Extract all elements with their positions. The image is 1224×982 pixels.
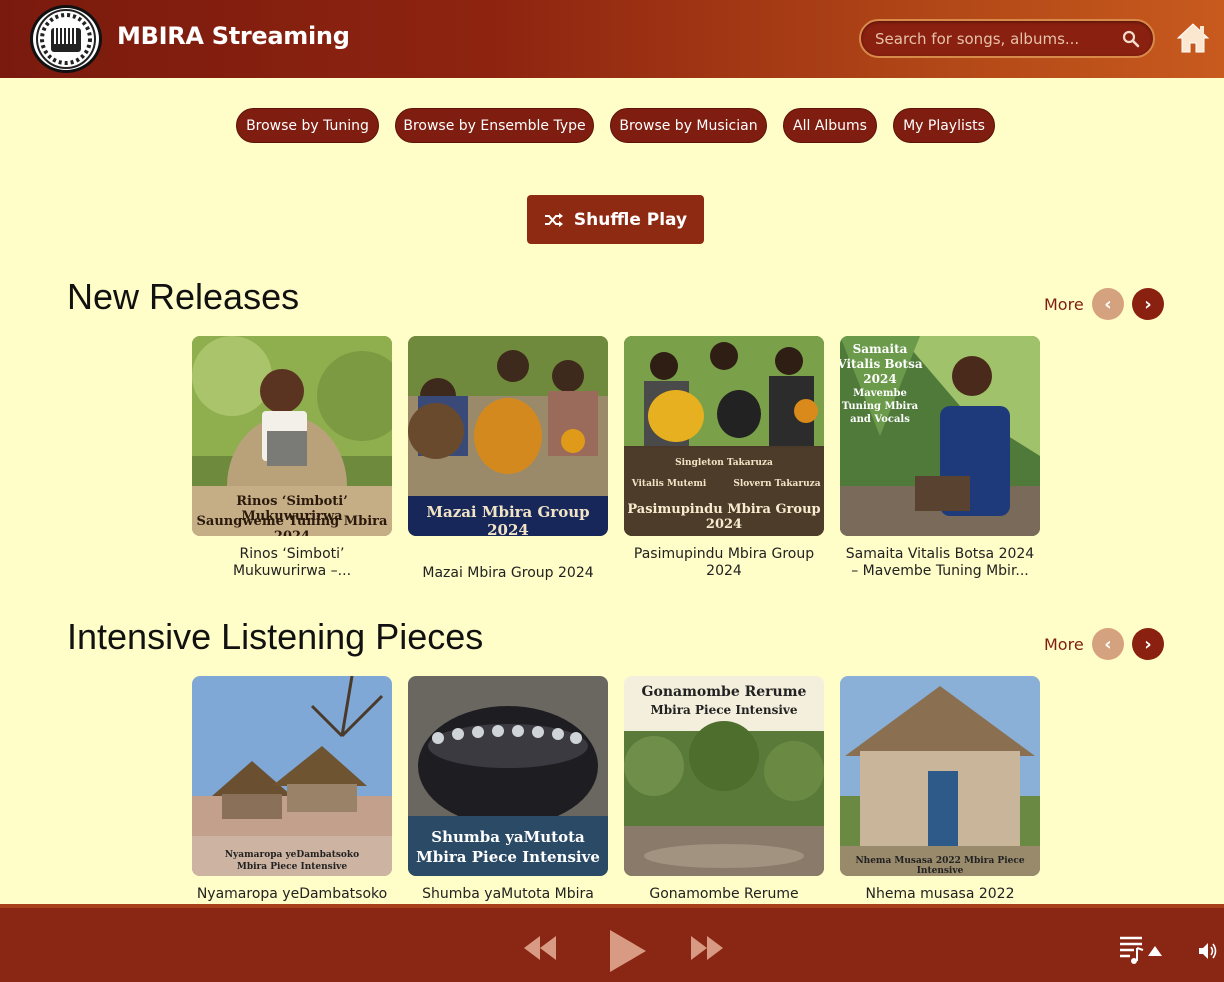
album-caption[interactable]: Pasimupindu Mbira Group 2024 (624, 546, 824, 582)
album-card[interactable]: Samaita Vitalis Botsa 2024 Mavembe Tunin… (840, 336, 1040, 582)
album-cover[interactable]: Nyamaropa yeDambatsoko Mbira Piece Inten… (192, 676, 392, 876)
player-bar (0, 904, 1224, 982)
cover-text: Mbira Piece Intensive (416, 848, 600, 866)
section-title-intensive-listening: Intensive Listening Pieces (67, 616, 484, 657)
new-releases-prev-button[interactable]: ‹ (1092, 288, 1124, 320)
caption-line: Nyamaropa yeDambatsoko (196, 886, 388, 902)
cover-text: Nyamaropa yeDambatsoko (224, 850, 360, 860)
album-caption[interactable]: Nhema musasa 2022 (840, 886, 1040, 906)
nav-my-playlists[interactable]: My Playlists (893, 108, 995, 143)
caption-line: Gonamombe Rerume (649, 886, 799, 902)
cover-text: Slovern Takaruza (733, 479, 821, 489)
album-caption[interactable]: Samaita Vitalis Botsa 2024– Mavembe Tuni… (840, 546, 1040, 582)
caption-line: – Mavembe Tuning Mbir... (851, 563, 1029, 579)
volume-icon[interactable] (1198, 942, 1218, 960)
nav-all-albums[interactable]: All Albums (783, 108, 877, 143)
cover-text: Singleton Takaruza (675, 458, 773, 468)
caption-line: Mukuwurirwa –... (232, 563, 352, 579)
album-card[interactable]: Rinos ‘Simboti’ Mukuwurirwa Saungweme Tu… (192, 336, 392, 582)
album-card[interactable]: Nyamaropa yeDambatsoko Mbira Piece Inten… (192, 676, 392, 906)
home-icon[interactable] (1176, 22, 1210, 54)
album-cover[interactable]: Rinos ‘Simboti’ Mukuwurirwa Saungweme Tu… (192, 336, 392, 536)
cover-text: Tuning Mbira (841, 401, 919, 412)
album-card[interactable]: Shumba yaMutota Mbira Piece Intensive Sh… (408, 676, 608, 906)
queue-icon[interactable] (1118, 934, 1164, 966)
new-releases-next-button[interactable]: › (1132, 288, 1164, 320)
shuffle-play-label: Shuffle Play (573, 209, 688, 230)
cover-text: Mavembe (853, 388, 907, 399)
new-releases-more-link[interactable]: More (1044, 295, 1084, 314)
intensive-next-button[interactable]: › (1132, 628, 1164, 660)
search-input[interactable] (875, 29, 1115, 49)
intensive-prev-button[interactable]: ‹ (1092, 628, 1124, 660)
cover-text: Saungweme Tuning Mbira 2024 (196, 514, 388, 536)
shuffle-play-button[interactable]: Shuffle Play (527, 195, 704, 244)
chevron-right-icon: › (1144, 293, 1152, 315)
nav-browse-by-musician[interactable]: Browse by Musician (610, 108, 767, 143)
cover-text: Mbira Piece Intensive (650, 703, 798, 717)
nav-browse-by-tuning[interactable]: Browse by Tuning (236, 108, 379, 143)
cover-text: Shumba yaMutota (431, 828, 585, 846)
album-caption[interactable]: Gonamombe Rerume (624, 886, 824, 906)
caption-line: Pasimupindu Mbira Group (633, 546, 815, 562)
cover-text: Vitalis Botsa (840, 357, 923, 371)
album-caption[interactable]: Mazai Mbira Group 2024 (408, 546, 608, 582)
search-icon[interactable] (1121, 29, 1141, 49)
intensive-more-link[interactable]: More (1044, 635, 1084, 654)
album-cover[interactable]: Singleton Takaruza Vitalis Mutemi Slover… (624, 336, 824, 536)
album-card[interactable]: Nhema Musasa 2022 Mbira Piece Intensive … (840, 676, 1040, 906)
cover-text: Samaita (852, 342, 908, 356)
album-cover[interactable]: Nhema Musasa 2022 Mbira Piece Intensive (840, 676, 1040, 876)
album-cover[interactable]: Samaita Vitalis Botsa 2024 Mavembe Tunin… (840, 336, 1040, 536)
cover-text: Mbira Piece Intensive (236, 862, 348, 872)
album-caption[interactable]: Shumba yaMutota Mbira (408, 886, 608, 906)
album-caption[interactable]: Nyamaropa yeDambatsoko (192, 886, 392, 906)
caption-line: Shumba yaMutota Mbira (422, 886, 594, 902)
cover-text: Mazai Mbira Group 2024 (426, 503, 590, 536)
album-cover[interactable]: Shumba yaMutota Mbira Piece Intensive (408, 676, 608, 876)
chevron-right-icon: › (1144, 633, 1152, 655)
album-card[interactable]: Mazai Mbira Group 2024 Mazai Mbira Group… (408, 336, 608, 582)
cover-text: Gonamombe Rerume (641, 684, 807, 700)
album-card[interactable]: Singleton Takaruza Vitalis Mutemi Slover… (624, 336, 824, 582)
app-header: MBIRA Streaming (0, 0, 1224, 78)
caption-line: 2024 (706, 563, 742, 579)
play-icon[interactable] (608, 928, 648, 974)
chevron-left-icon: ‹ (1104, 633, 1112, 655)
caption-line: Rinos ‘Simboti’ (239, 546, 345, 562)
section-title-new-releases: New Releases (67, 276, 300, 317)
cover-text: Pasimupindu Mbira Group 2024 (627, 502, 821, 532)
nav-browse-by-ensemble-type[interactable]: Browse by Ensemble Type (395, 108, 594, 143)
chevron-left-icon: ‹ (1104, 293, 1112, 315)
caption-line: Samaita Vitalis Botsa 2024 (845, 546, 1035, 562)
caption-line: Nhema musasa 2022 (865, 886, 1015, 902)
previous-track-icon[interactable] (523, 935, 557, 961)
search-bar[interactable] (859, 19, 1155, 58)
cover-text: and Vocals (850, 414, 910, 425)
cover-text: Nhema Musasa 2022 Mbira Piece Intensive (855, 856, 1025, 876)
shuffle-icon (544, 212, 563, 227)
album-cover[interactable]: Gonamombe Rerume Mbira Piece Intensive (624, 676, 824, 876)
mbira-logo[interactable] (30, 5, 102, 73)
album-caption[interactable]: Rinos ‘Simboti’ Mukuwurirwa –... (192, 546, 392, 582)
next-track-icon[interactable] (690, 935, 724, 961)
app-title[interactable]: MBIRA Streaming (117, 22, 350, 50)
album-cover[interactable]: Mazai Mbira Group 2024 (408, 336, 608, 536)
caption-line: Mazai Mbira Group 2024 (422, 565, 594, 581)
album-card[interactable]: Gonamombe Rerume Mbira Piece Intensive G… (624, 676, 824, 906)
cover-text: 2024 (863, 372, 897, 386)
